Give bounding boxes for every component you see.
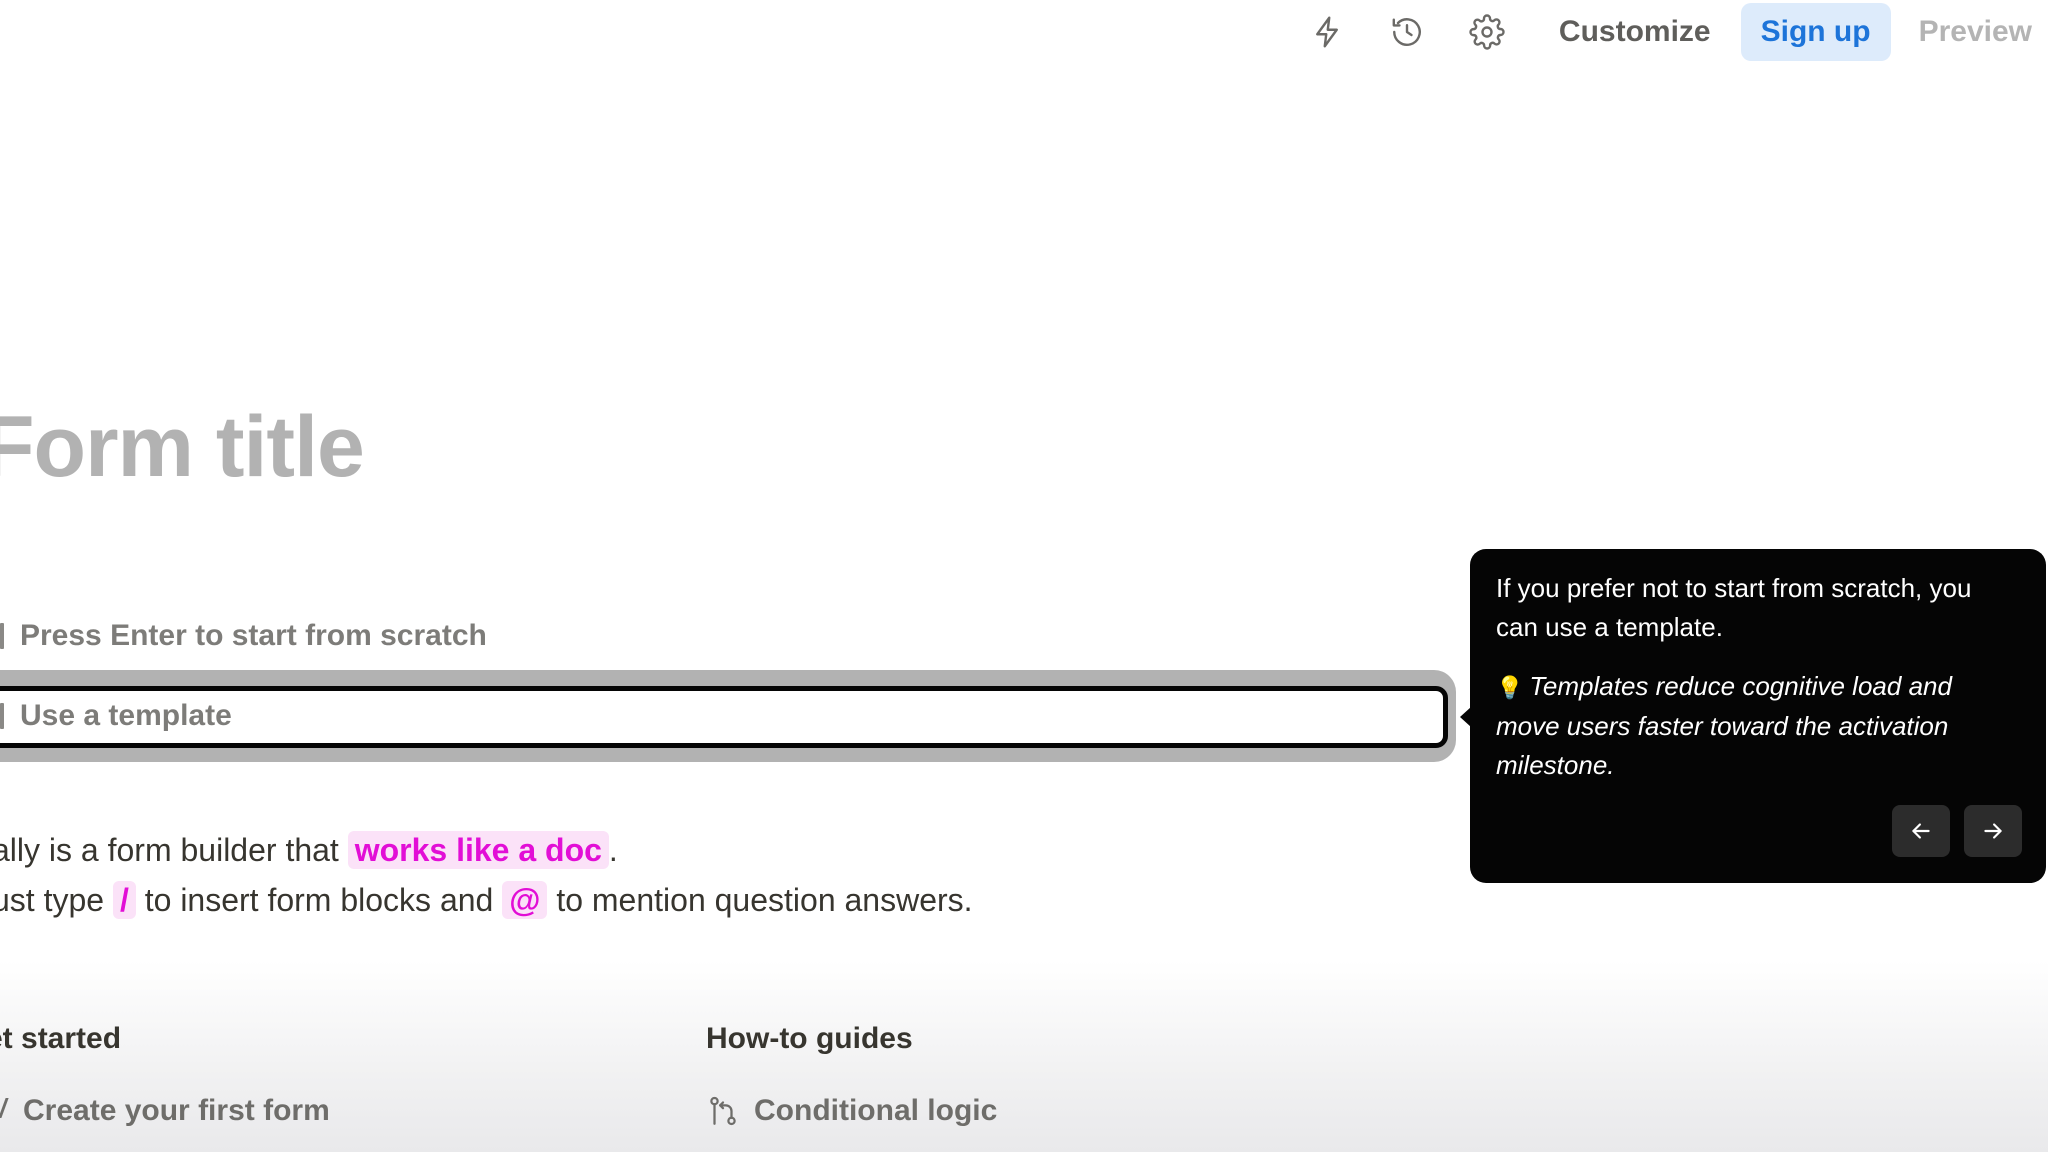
description-line-2: ust type / to insert form blocks and @ t…: [0, 881, 973, 919]
lightning-icon[interactable]: [1299, 4, 1355, 60]
conditional-logic-link[interactable]: Conditional logic: [706, 1094, 997, 1128]
lightbulb-icon: 💡: [1496, 675, 1524, 700]
gear-icon[interactable]: [1459, 4, 1515, 60]
start-from-scratch-option[interactable]: Press Enter to start from scratch: [0, 616, 487, 656]
get-started-heading: et started: [0, 1022, 122, 1055]
customize-button[interactable]: Customize: [1539, 3, 1731, 61]
arrow-right-icon: [1984, 823, 2002, 839]
create-first-form-label: Create your first form: [23, 1094, 330, 1127]
form-builder-page: Customize Sign up Preview Form title Pre…: [0, 0, 2048, 1152]
use-template-option[interactable]: Use a template: [0, 696, 232, 736]
history-icon[interactable]: [1379, 4, 1435, 60]
tooltip-navigation: [1878, 805, 2022, 857]
next-step-button[interactable]: [1964, 805, 2022, 857]
use-template-label: Use a template: [20, 699, 232, 732]
option-icon: [0, 623, 4, 649]
tooltip-tip: 💡 Templates reduce cognitive load and mov…: [1496, 667, 2020, 785]
preview-button[interactable]: Preview: [1899, 3, 2048, 61]
description-line-1: ally is a form builder that works like a…: [0, 831, 618, 869]
description-text: ally is a form builder that: [0, 832, 339, 868]
arrow-left-icon: [1912, 823, 1930, 839]
works-like-doc-highlight: works like a doc: [347, 831, 609, 869]
git-branch-icon: [710, 1096, 736, 1126]
top-toolbar: Customize Sign up Preview: [1299, 0, 2048, 64]
description-text: to insert form blocks and: [144, 882, 494, 918]
tooltip-tip-text: Templates reduce cognitive load and move…: [1496, 671, 1952, 780]
previous-step-button[interactable]: [1892, 805, 1950, 857]
tooltip-caret: [1460, 707, 1471, 727]
start-from-scratch-label: Press Enter to start from scratch: [20, 619, 487, 652]
checkmark-icon: [0, 1098, 9, 1118]
create-first-form-link[interactable]: Create your first form: [0, 1094, 330, 1128]
description-period: .: [608, 832, 618, 868]
how-to-guides-heading: How-to guides: [706, 1022, 913, 1055]
form-title-input[interactable]: Form title: [0, 398, 365, 497]
description-text: ust type: [0, 882, 105, 918]
slash-command-badge: /: [112, 881, 136, 919]
onboarding-tooltip: If you prefer not to start from scratch,…: [1460, 549, 2046, 883]
tooltip-main-text: If you prefer not to start from scratch,…: [1496, 573, 1972, 642]
sign-up-button[interactable]: Sign up: [1740, 3, 1891, 61]
description-text: to mention question answers.: [556, 882, 973, 918]
option-icon: [0, 703, 4, 729]
mention-badge: @: [502, 881, 548, 919]
conditional-logic-label: Conditional logic: [754, 1094, 998, 1127]
